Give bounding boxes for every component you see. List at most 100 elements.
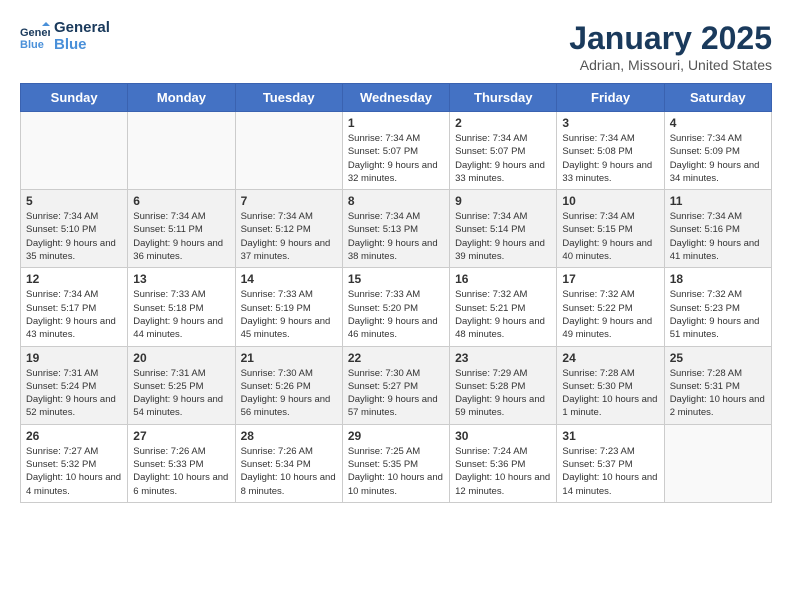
day-detail: Sunrise: 7:30 AM Sunset: 5:27 PM Dayligh… [348,367,444,420]
calendar-day-cell: 29 Sunrise: 7:25 AM Sunset: 5:35 PM Dayli… [342,424,449,502]
day-detail: Sunrise: 7:34 AM Sunset: 5:13 PM Dayligh… [348,210,444,263]
calendar-day-cell: 24 Sunrise: 7:28 AM Sunset: 5:30 PM Dayli… [557,346,664,424]
calendar-day-cell: 1 Sunrise: 7:34 AM Sunset: 5:07 PM Daylig… [342,112,449,190]
day-of-week-header: Wednesday [342,84,449,112]
day-number: 1 [348,116,444,130]
calendar-week-row: 12 Sunrise: 7:34 AM Sunset: 5:17 PM Dayli… [21,268,772,346]
location-subtitle: Adrian, Missouri, United States [569,57,772,73]
day-detail: Sunrise: 7:31 AM Sunset: 5:25 PM Dayligh… [133,367,229,420]
day-detail: Sunrise: 7:34 AM Sunset: 5:07 PM Dayligh… [455,132,551,185]
calendar-table: SundayMondayTuesdayWednesdayThursdayFrid… [20,83,772,503]
calendar-day-cell: 20 Sunrise: 7:31 AM Sunset: 5:25 PM Dayli… [128,346,235,424]
calendar-day-cell: 27 Sunrise: 7:26 AM Sunset: 5:33 PM Dayli… [128,424,235,502]
day-of-week-header: Tuesday [235,84,342,112]
calendar-week-row: 26 Sunrise: 7:27 AM Sunset: 5:32 PM Dayli… [21,424,772,502]
day-of-week-header: Saturday [664,84,771,112]
day-number: 31 [562,429,658,443]
day-of-week-header: Monday [128,84,235,112]
day-number: 22 [348,351,444,365]
calendar-day-cell: 30Sunrise: 7:24 AM Sunset: 5:36 PM Dayli… [450,424,557,502]
day-number: 19 [26,351,122,365]
day-detail: Sunrise: 7:34 AM Sunset: 5:15 PM Dayligh… [562,210,658,263]
day-number: 18 [670,272,766,286]
day-detail: Sunrise: 7:34 AM Sunset: 5:11 PM Dayligh… [133,210,229,263]
day-number: 29 [348,429,444,443]
calendar-week-row: 1 Sunrise: 7:34 AM Sunset: 5:07 PM Daylig… [21,112,772,190]
day-number: 15 [348,272,444,286]
day-detail: Sunrise: 7:32 AM Sunset: 5:21 PM Dayligh… [455,288,551,341]
calendar-day-cell: 16 Sunrise: 7:32 AM Sunset: 5:21 PM Dayli… [450,268,557,346]
day-detail: Sunrise: 7:33 AM Sunset: 5:19 PM Dayligh… [241,288,337,341]
day-number: 24 [562,351,658,365]
calendar-day-cell [21,112,128,190]
day-number: 20 [133,351,229,365]
day-detail: Sunrise: 7:25 AM Sunset: 5:35 PM Dayligh… [348,445,444,498]
calendar-day-cell: 9 Sunrise: 7:34 AM Sunset: 5:14 PM Daylig… [450,190,557,268]
day-of-week-header: Sunday [21,84,128,112]
day-number: 12 [26,272,122,286]
calendar-day-cell: 8 Sunrise: 7:34 AM Sunset: 5:13 PM Daylig… [342,190,449,268]
calendar-day-cell [235,112,342,190]
day-number: 8 [348,194,444,208]
day-detail: Sunrise: 7:34 AM Sunset: 5:14 PM Dayligh… [455,210,551,263]
day-number: 21 [241,351,337,365]
calendar-day-cell: 17Sunrise: 7:32 AM Sunset: 5:22 PM Dayli… [557,268,664,346]
calendar-week-row: 19Sunrise: 7:31 AM Sunset: 5:24 PM Dayli… [21,346,772,424]
day-number: 5 [26,194,122,208]
day-detail: Sunrise: 7:26 AM Sunset: 5:34 PM Dayligh… [241,445,337,498]
month-title: January 2025 [569,20,772,57]
page-header: General Blue GeneralBlue January 2025 Ad… [20,20,772,73]
day-number: 25 [670,351,766,365]
calendar-day-cell: 15 Sunrise: 7:33 AM Sunset: 5:20 PM Dayli… [342,268,449,346]
calendar-day-cell: 23 Sunrise: 7:29 AM Sunset: 5:28 PM Dayli… [450,346,557,424]
calendar-day-cell: 13Sunrise: 7:33 AM Sunset: 5:18 PM Dayli… [128,268,235,346]
day-number: 30 [455,429,551,443]
calendar-day-cell: 5Sunrise: 7:34 AM Sunset: 5:10 PM Daylig… [21,190,128,268]
day-number: 28 [241,429,337,443]
calendar-day-cell [664,424,771,502]
day-number: 9 [455,194,551,208]
calendar-day-cell: 22 Sunrise: 7:30 AM Sunset: 5:27 PM Dayli… [342,346,449,424]
calendar-day-cell: 4 Sunrise: 7:34 AM Sunset: 5:09 PM Daylig… [664,112,771,190]
day-detail: Sunrise: 7:30 AM Sunset: 5:26 PM Dayligh… [241,367,337,420]
day-number: 4 [670,116,766,130]
day-detail: Sunrise: 7:23 AM Sunset: 5:37 PM Dayligh… [562,445,658,498]
day-number: 6 [133,194,229,208]
day-number: 3 [562,116,658,130]
calendar-week-row: 5Sunrise: 7:34 AM Sunset: 5:10 PM Daylig… [21,190,772,268]
day-detail: Sunrise: 7:26 AM Sunset: 5:33 PM Dayligh… [133,445,229,498]
calendar-day-cell: 3 Sunrise: 7:34 AM Sunset: 5:08 PM Daylig… [557,112,664,190]
day-detail: Sunrise: 7:28 AM Sunset: 5:30 PM Dayligh… [562,367,658,420]
day-detail: Sunrise: 7:34 AM Sunset: 5:09 PM Dayligh… [670,132,766,185]
day-number: 10 [562,194,658,208]
day-number: 23 [455,351,551,365]
day-detail: Sunrise: 7:34 AM Sunset: 5:07 PM Dayligh… [348,132,444,185]
day-detail: Sunrise: 7:27 AM Sunset: 5:32 PM Dayligh… [26,445,122,498]
day-detail: Sunrise: 7:33 AM Sunset: 5:18 PM Dayligh… [133,288,229,341]
day-detail: Sunrise: 7:29 AM Sunset: 5:28 PM Dayligh… [455,367,551,420]
day-number: 7 [241,194,337,208]
day-detail: Sunrise: 7:34 AM Sunset: 5:08 PM Dayligh… [562,132,658,185]
svg-text:General: General [20,27,50,39]
day-detail: Sunrise: 7:34 AM Sunset: 5:16 PM Dayligh… [670,210,766,263]
logo-text: GeneralBlue [54,20,110,53]
day-detail: Sunrise: 7:32 AM Sunset: 5:22 PM Dayligh… [562,288,658,341]
calendar-day-cell: 19Sunrise: 7:31 AM Sunset: 5:24 PM Dayli… [21,346,128,424]
calendar-day-cell: 21 Sunrise: 7:30 AM Sunset: 5:26 PM Dayli… [235,346,342,424]
day-number: 16 [455,272,551,286]
calendar-day-cell: 2Sunrise: 7:34 AM Sunset: 5:07 PM Daylig… [450,112,557,190]
calendar-day-cell [128,112,235,190]
day-detail: Sunrise: 7:34 AM Sunset: 5:17 PM Dayligh… [26,288,122,341]
day-detail: Sunrise: 7:33 AM Sunset: 5:20 PM Dayligh… [348,288,444,341]
svg-text:Blue: Blue [20,39,44,51]
logo: General Blue GeneralBlue [20,20,110,53]
calendar-day-cell: 7Sunrise: 7:34 AM Sunset: 5:12 PM Daylig… [235,190,342,268]
day-number: 11 [670,194,766,208]
calendar-header-row: SundayMondayTuesdayWednesdayThursdayFrid… [21,84,772,112]
calendar-day-cell: 10 Sunrise: 7:34 AM Sunset: 5:15 PM Dayli… [557,190,664,268]
title-area: January 2025 Adrian, Missouri, United St… [569,20,772,73]
day-number: 26 [26,429,122,443]
calendar-day-cell: 28 Sunrise: 7:26 AM Sunset: 5:34 PM Dayli… [235,424,342,502]
day-number: 27 [133,429,229,443]
calendar-day-cell: 14Sunrise: 7:33 AM Sunset: 5:19 PM Dayli… [235,268,342,346]
